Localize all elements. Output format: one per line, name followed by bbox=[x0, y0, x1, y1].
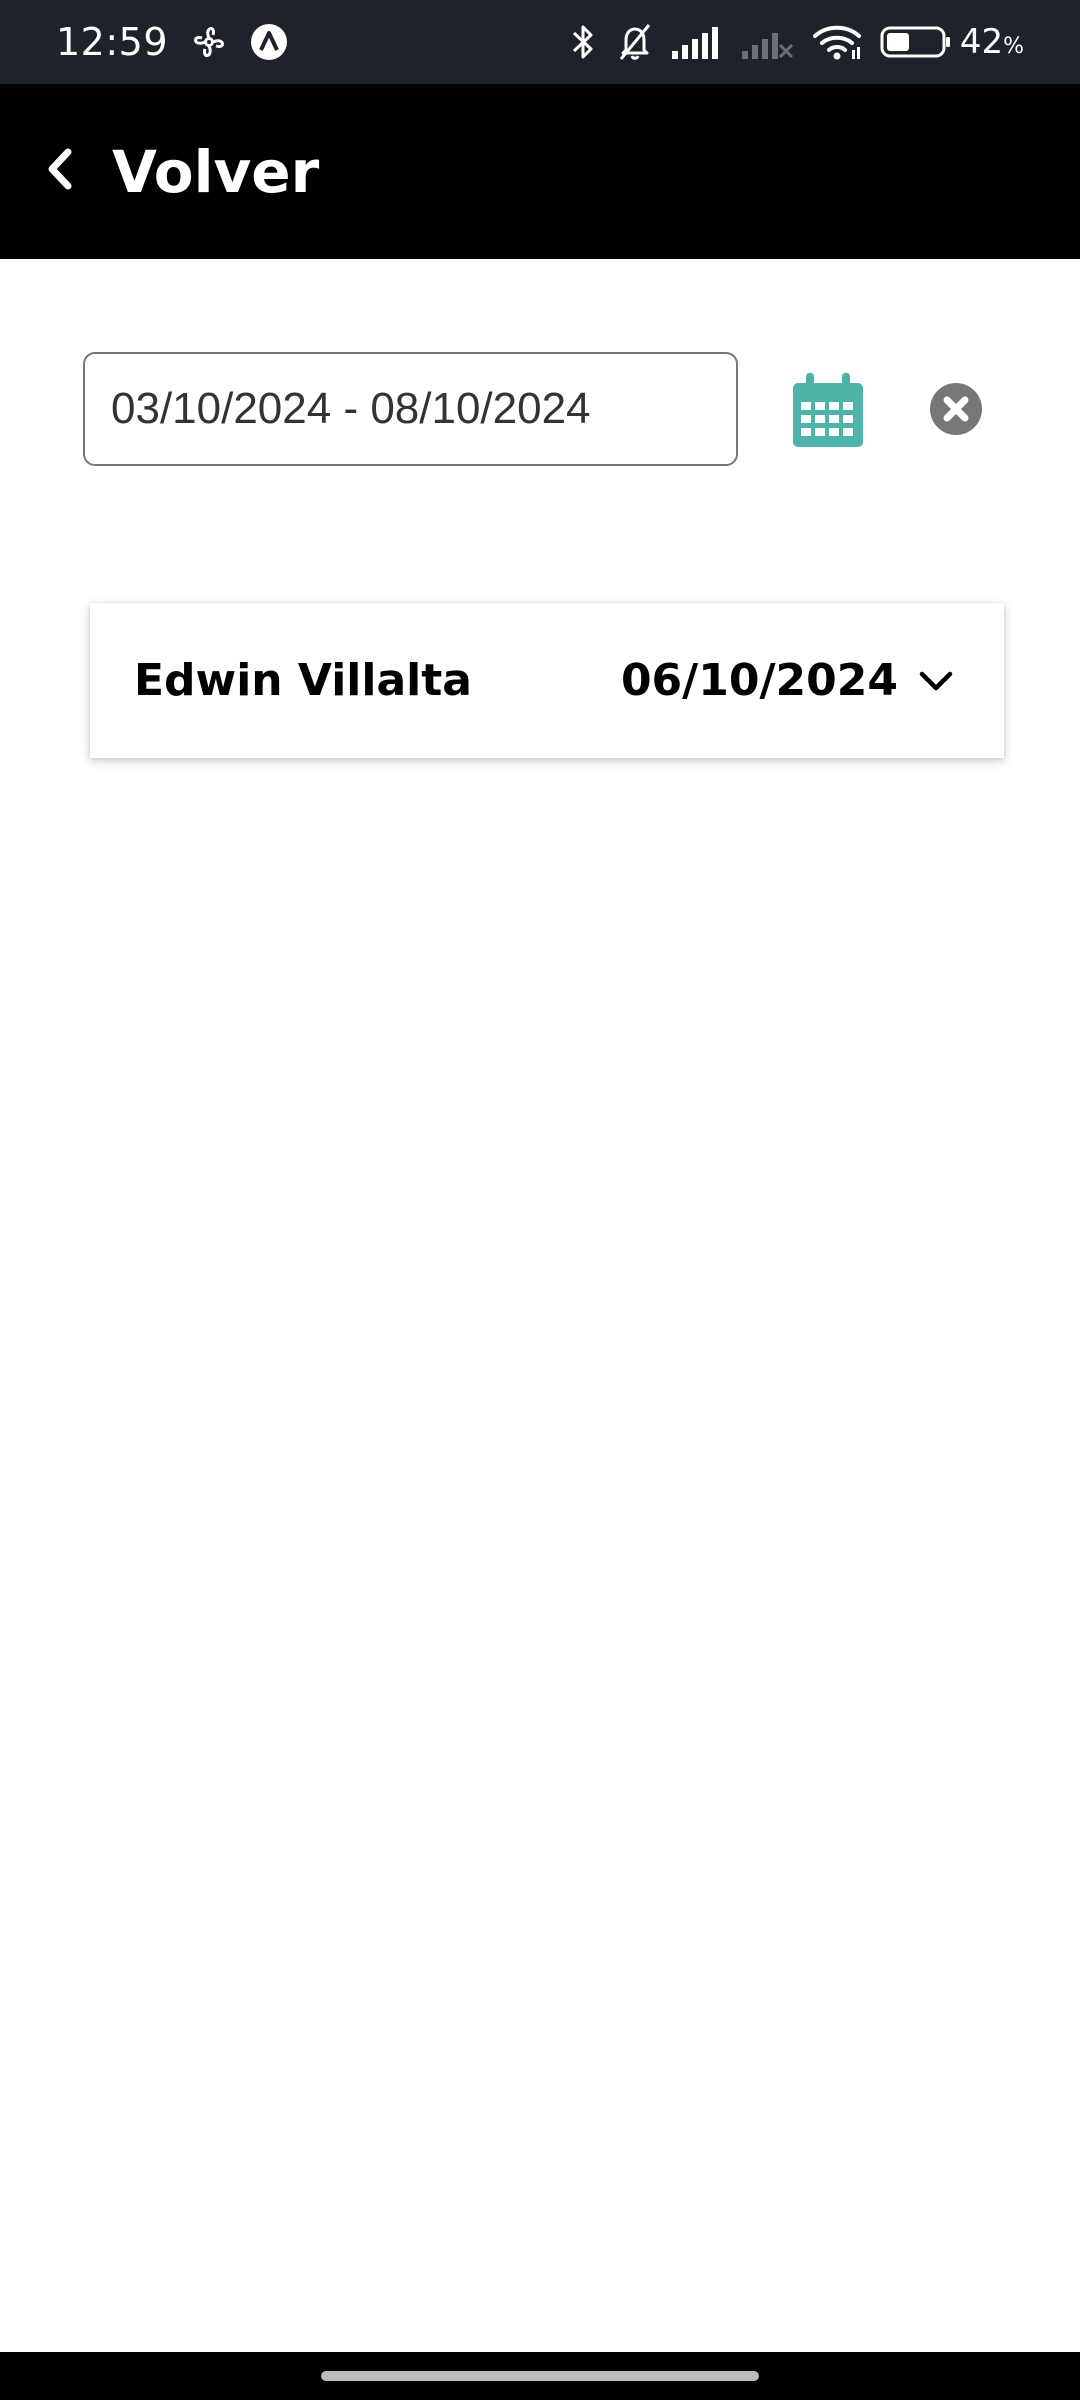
battery-percent: 42% bbox=[959, 22, 1024, 62]
calendar-icon bbox=[793, 373, 863, 451]
date-range-field[interactable] bbox=[83, 352, 738, 466]
a-badge-icon bbox=[250, 23, 288, 61]
record-name: Edwin Villalta bbox=[134, 655, 472, 706]
status-time: 12:59 bbox=[56, 20, 169, 64]
record-right: 06/10/2024 bbox=[621, 655, 954, 706]
fan-icon bbox=[190, 23, 228, 61]
calendar-button[interactable] bbox=[793, 373, 863, 447]
back-label: Volver bbox=[112, 137, 320, 206]
status-bar: 12:59 42% bbox=[0, 0, 1080, 84]
clear-button[interactable] bbox=[930, 383, 982, 435]
signal-no-service-icon bbox=[741, 25, 794, 59]
chevron-left-icon bbox=[44, 146, 74, 197]
chevron-down-icon[interactable] bbox=[918, 669, 954, 693]
bluetooth-icon bbox=[568, 22, 598, 62]
wifi-icon bbox=[812, 23, 862, 61]
home-indicator[interactable] bbox=[321, 2371, 759, 2381]
signal-icon bbox=[671, 25, 724, 59]
bell-off-icon bbox=[616, 22, 654, 62]
back-button[interactable]: Volver bbox=[0, 84, 349, 259]
clear-circle-icon bbox=[930, 383, 982, 439]
navigation-bar bbox=[0, 2352, 1080, 2400]
app-bar: Volver bbox=[0, 84, 1080, 259]
record-date: 06/10/2024 bbox=[620, 655, 898, 706]
status-right: 42% bbox=[550, 22, 1024, 62]
battery-icon bbox=[880, 25, 952, 59]
status-left: 12:59 bbox=[56, 20, 288, 64]
record-card[interactable]: Edwin Villalta 06/10/2024 bbox=[90, 603, 1004, 758]
